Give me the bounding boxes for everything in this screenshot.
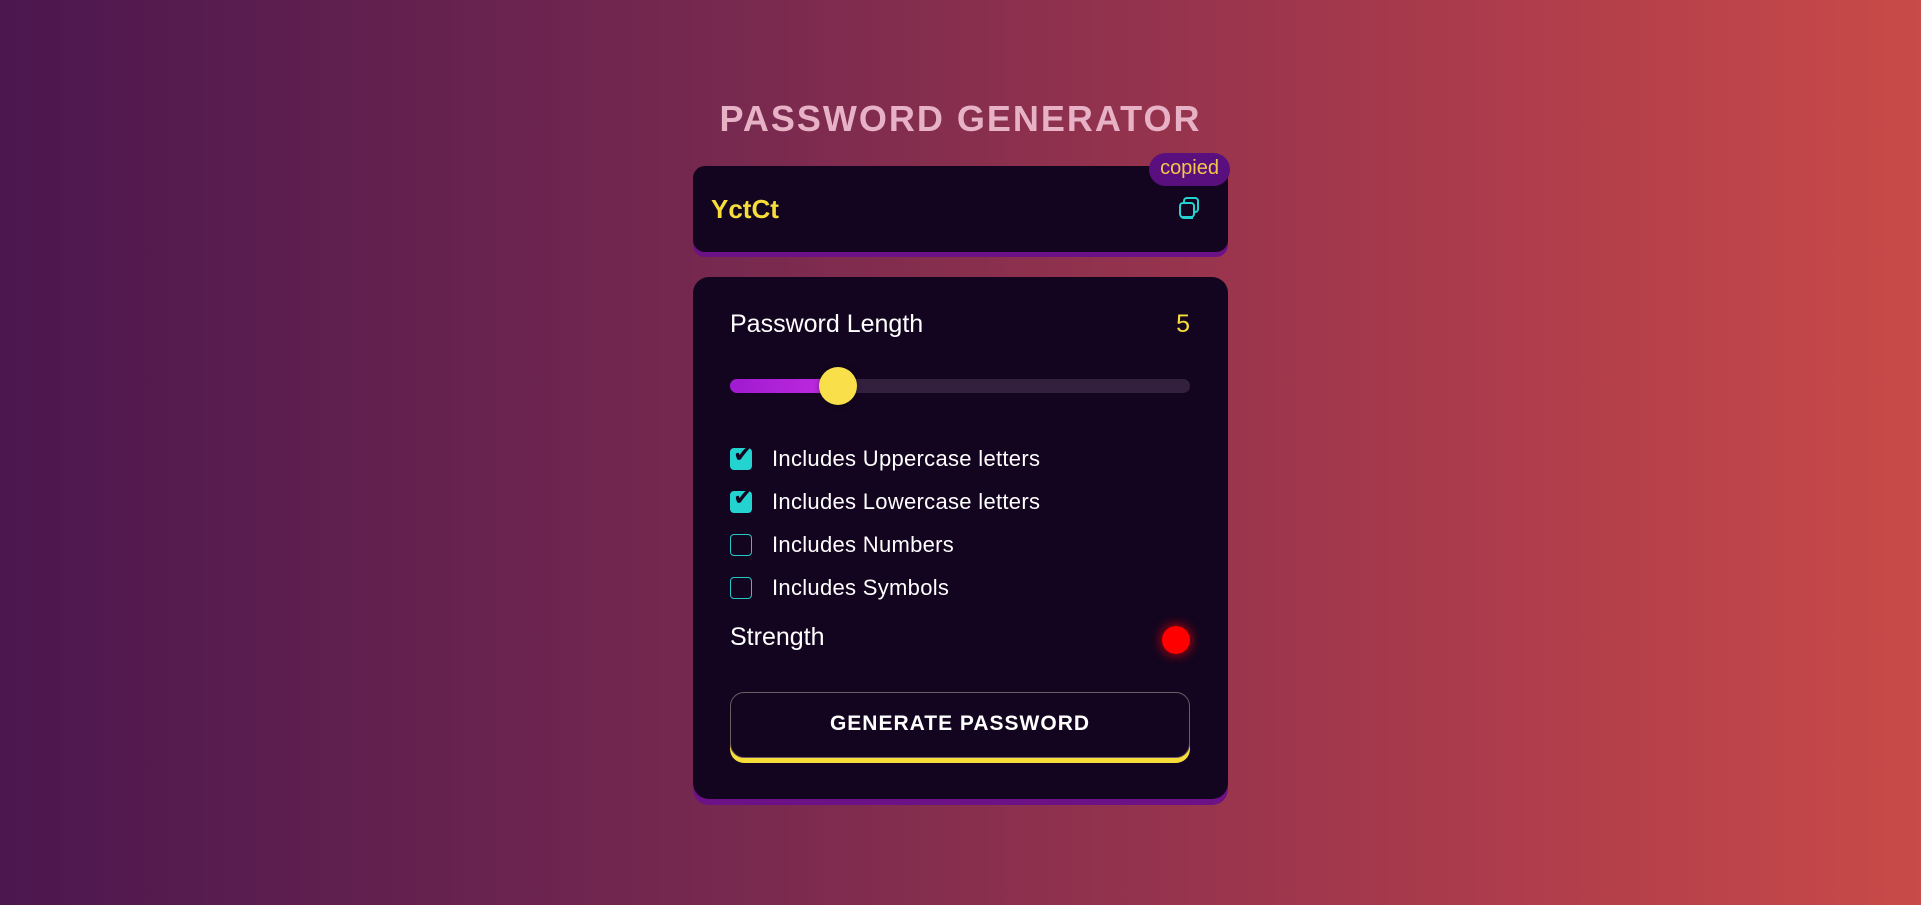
option-label: Includes Symbols — [772, 574, 950, 600]
copy-button[interactable] — [1176, 195, 1202, 221]
password-length-label: Password Length — [730, 310, 924, 338]
option-lowercase[interactable]: ✔ Includes Lowercase letters — [730, 480, 1190, 523]
option-label: Includes Lowercase letters — [772, 488, 1041, 514]
option-symbols[interactable]: Includes Symbols — [730, 566, 1190, 609]
copy-icon — [1179, 197, 1199, 219]
symbols-checkbox[interactable] — [730, 576, 752, 599]
option-label: Includes Uppercase letters — [772, 445, 1041, 471]
password-length-value: 5 — [1176, 310, 1190, 338]
strength-label: Strength — [730, 623, 825, 651]
length-slider[interactable] — [730, 367, 1190, 405]
uppercase-checkbox[interactable]: ✔ — [730, 442, 753, 470]
options-list: ✔ Includes Uppercase letters ✔ Includes … — [730, 437, 1190, 609]
generate-password-button[interactable]: GENERATE PASSWORD — [730, 692, 1190, 758]
check-icon: ✔ — [733, 439, 754, 468]
option-label: Includes Numbers — [772, 531, 955, 557]
password-output-card: YctCt copied — [693, 153, 1230, 252]
check-icon: ✔ — [733, 482, 754, 511]
length-slider-thumb[interactable] — [819, 367, 858, 405]
settings-card: Password Length 5 ✔ Includes Uppercase l… — [693, 277, 1228, 799]
page-title: PASSWORD GENERATOR — [719, 98, 1202, 139]
option-uppercase[interactable]: ✔ Includes Uppercase letters — [730, 437, 1190, 480]
numbers-checkbox[interactable] — [730, 533, 752, 556]
password-text: YctCt — [711, 194, 779, 224]
strength-indicator — [1162, 626, 1190, 654]
lowercase-checkbox[interactable]: ✔ — [730, 485, 753, 513]
copied-badge: copied — [1149, 153, 1230, 186]
option-numbers[interactable]: Includes Numbers — [730, 523, 1190, 566]
